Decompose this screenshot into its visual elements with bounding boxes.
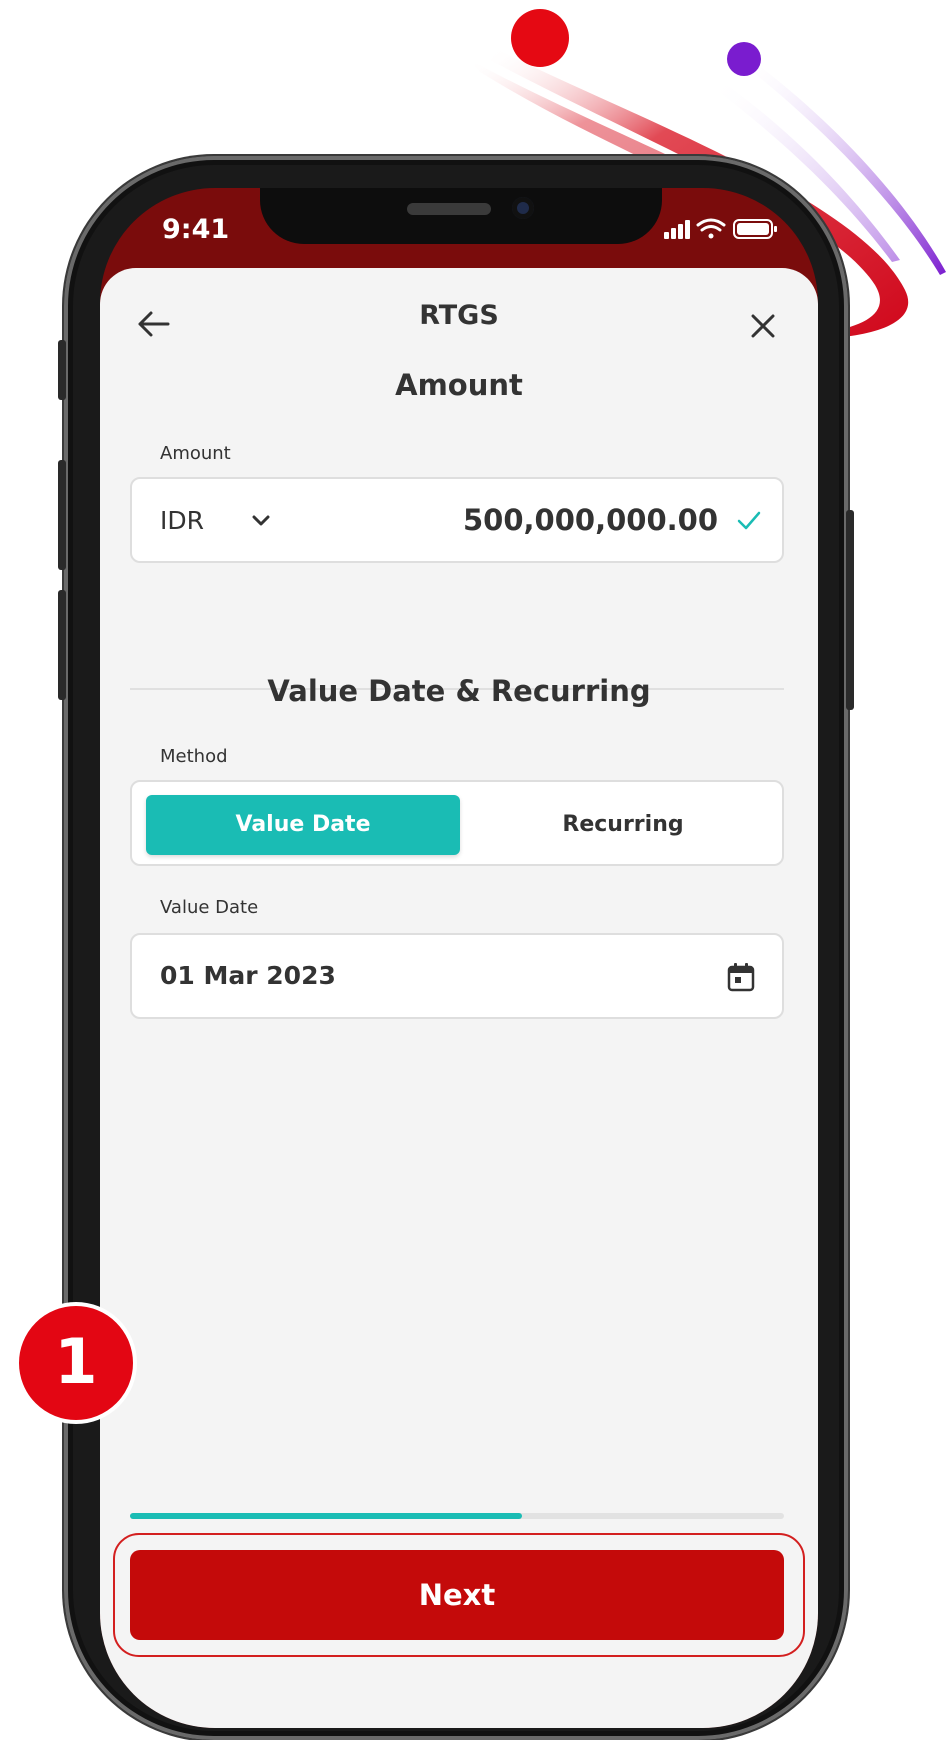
status-time: 9:41 bbox=[162, 214, 230, 245]
purple-dot-decoration bbox=[727, 42, 761, 76]
page-title: RTGS bbox=[419, 300, 499, 331]
battery-icon bbox=[733, 219, 777, 239]
step-number-badge: 1 bbox=[15, 1302, 137, 1424]
chevron-down-icon[interactable] bbox=[250, 509, 272, 531]
phone-screen: 9:41 RTGS Amount Amount IDR 500,000,000.… bbox=[100, 188, 818, 1728]
notch bbox=[260, 188, 662, 244]
phone-power-button bbox=[846, 510, 854, 710]
value-date-field[interactable]: 01 Mar 2023 bbox=[130, 933, 784, 1019]
amount-section-title: Amount bbox=[395, 368, 523, 402]
amount-label: Amount bbox=[160, 443, 231, 464]
method-label: Method bbox=[160, 746, 228, 767]
red-dot-decoration bbox=[511, 9, 569, 67]
value-date-label: Value Date bbox=[160, 897, 259, 918]
value-date-text: 01 Mar 2023 bbox=[160, 961, 336, 990]
progress-bar bbox=[130, 1513, 784, 1519]
phone-volume-down bbox=[58, 590, 66, 700]
schedule-section-title: Value Date & Recurring bbox=[267, 674, 651, 708]
speaker bbox=[407, 203, 491, 215]
calendar-icon[interactable] bbox=[726, 961, 756, 993]
amount-value[interactable]: 500,000,000.00 bbox=[463, 503, 718, 537]
signal-icon bbox=[664, 220, 690, 239]
method-option-recurring[interactable]: Recurring bbox=[466, 795, 780, 855]
front-camera bbox=[512, 197, 534, 219]
phone-volume-up bbox=[58, 460, 66, 570]
method-option-value-date[interactable]: Value Date bbox=[146, 795, 460, 855]
next-button[interactable]: Next bbox=[130, 1550, 784, 1640]
phone-side-button bbox=[58, 340, 66, 400]
close-icon[interactable] bbox=[750, 313, 776, 339]
check-icon bbox=[737, 511, 761, 530]
status-icons bbox=[664, 218, 777, 239]
currency-value[interactable]: IDR bbox=[160, 506, 204, 535]
progress-bar-fill bbox=[130, 1513, 523, 1519]
wifi-icon bbox=[696, 218, 726, 239]
amount-field[interactable]: IDR 500,000,000.00 bbox=[130, 477, 784, 563]
method-segmented-control: Value Date Recurring bbox=[130, 780, 784, 866]
